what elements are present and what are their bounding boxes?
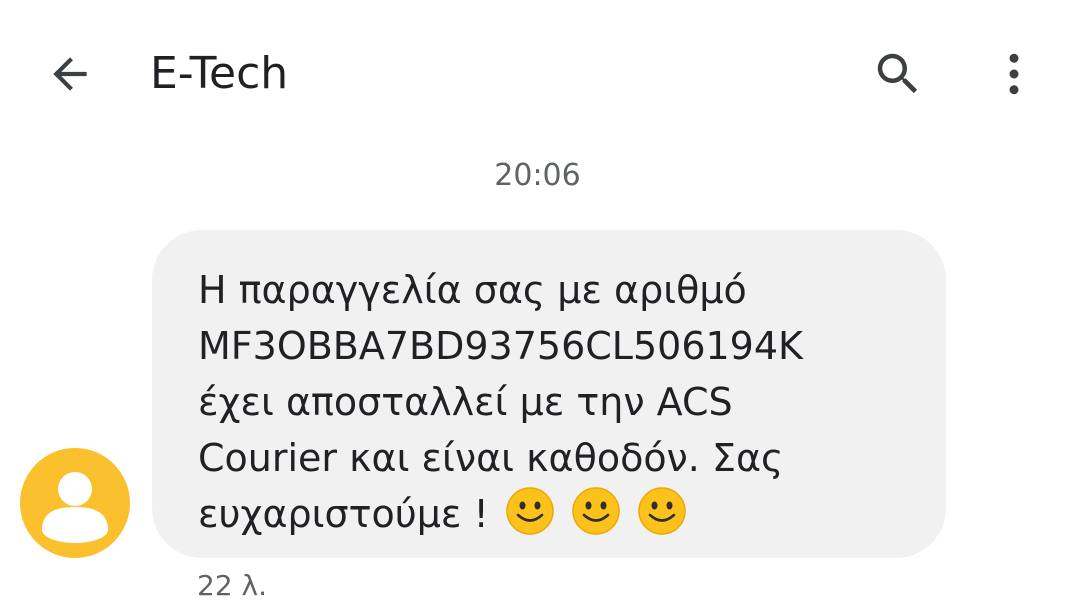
message-text: Η παραγγελία σας με αριθμό MF3OBBA7BD937…: [198, 262, 906, 542]
more-vertical-icon: [1009, 53, 1019, 95]
more-options-button[interactable]: [984, 42, 1044, 106]
avatar[interactable]: [20, 448, 130, 558]
slightly-smiling-face-icon: [571, 487, 620, 535]
message-bubble[interactable]: Η παραγγελία σας με αριθμό MF3OBBA7BD937…: [152, 230, 946, 558]
app-bar: E-Tech: [0, 0, 1080, 145]
message-time: 22 λ.: [197, 569, 267, 602]
message-group-timestamp: 20:06: [494, 158, 581, 193]
conversation-title: E-Tech: [150, 48, 289, 99]
back-button[interactable]: [40, 44, 100, 104]
message-body: Η παραγγελία σας με αριθμό MF3OBBA7BD937…: [198, 268, 803, 536]
arrow-left-icon: [53, 57, 87, 91]
search-icon: [877, 53, 918, 94]
slightly-smiling-face-icon: [637, 487, 686, 535]
slightly-smiling-face-icon: [505, 487, 554, 535]
person-icon: [42, 472, 108, 543]
search-button[interactable]: [866, 42, 930, 106]
